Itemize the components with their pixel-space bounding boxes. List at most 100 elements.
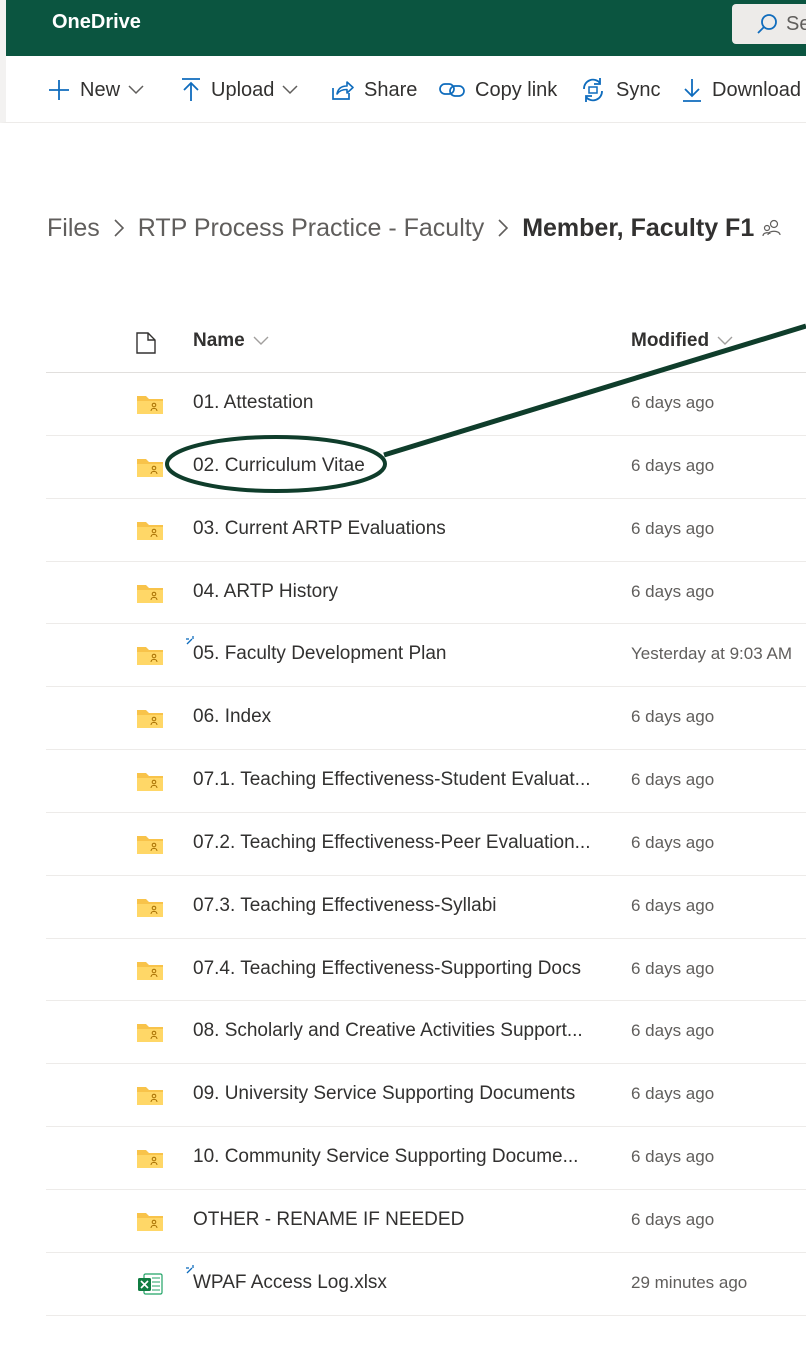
chevron-down-icon (282, 85, 298, 95)
item-name[interactable]: 10. Community Service Supporting Docume.… (193, 1146, 578, 1168)
item-modified: 6 days ago (631, 518, 715, 538)
sync-button[interactable]: Sync (580, 75, 660, 105)
item-name[interactable]: OTHER - RENAME IF NEEDED (193, 1209, 464, 1231)
shared-folder-icon (137, 647, 163, 666)
breadcrumb: Files RTP Process Practice - Faculty Mem… (47, 210, 782, 246)
new-label: New (80, 78, 121, 101)
item-name[interactable]: 04. ARTP History (193, 581, 338, 603)
item-name[interactable]: 01. Attestation (193, 392, 313, 414)
item-modified: 6 days ago (631, 895, 715, 915)
item-name[interactable]: 08. Scholarly and Creative Activities Su… (193, 1020, 583, 1042)
item-name[interactable]: 09. University Service Supporting Docume… (193, 1083, 575, 1105)
item-name[interactable]: 07.3. Teaching Effectiveness-Syllabi (193, 895, 496, 917)
search-placeholder[interactable]: Se (786, 13, 806, 36)
shared-folder-icon (137, 458, 163, 477)
list-item[interactable]: 06. Index 6 days ago (46, 687, 806, 751)
list-item[interactable]: 09. University Service Supporting Docume… (46, 1064, 806, 1128)
item-modified: 6 days ago (631, 1021, 715, 1041)
shared-folder-icon (137, 1024, 163, 1043)
list-item[interactable]: 07.1. Teaching Effectiveness-Student Eva… (46, 750, 806, 813)
share-button[interactable]: Share (330, 75, 417, 105)
column-modified-label: Modified (631, 330, 710, 351)
shared-folder-icon (137, 1212, 163, 1231)
breadcrumb-current: Member, Faculty F1 (522, 213, 755, 242)
shared-folder-icon (137, 898, 163, 917)
item-name[interactable]: 07.1. Teaching Effectiveness-Student Eva… (193, 769, 591, 791)
item-modified: 6 days ago (631, 1084, 715, 1104)
list-item[interactable]: 10. Community Service Supporting Docume.… (46, 1127, 806, 1190)
sync-label: Sync (616, 78, 661, 101)
item-name[interactable]: 06. Index (193, 706, 271, 728)
breadcrumb-files[interactable]: Files (47, 214, 100, 243)
item-modified: Yesterday at 9:03 AM (631, 644, 792, 664)
onedrive-page: OneDrive Se New Upload Share Copy link S… (0, 0, 806, 1352)
share-icon (332, 81, 354, 100)
list-item[interactable]: 02. Curriculum Vitae 6 days ago (46, 436, 806, 499)
app-title[interactable]: OneDrive (52, 11, 141, 34)
list-item[interactable]: 04. ARTP History 6 days ago (46, 562, 806, 625)
breadcrumb-separator-icon (498, 219, 509, 237)
item-name[interactable]: 07.2. Teaching Effectiveness-Peer Evalua… (193, 832, 591, 854)
download-button[interactable]: Download (682, 75, 801, 105)
breadcrumb-parent[interactable]: RTP Process Practice - Faculty (138, 214, 484, 243)
item-modified: 6 days ago (631, 1209, 715, 1229)
item-modified: 6 days ago (631, 1147, 715, 1167)
file-list: 01. Attestation 6 days ago 02. Curriculu… (46, 373, 806, 1316)
download-label: Download (712, 78, 801, 101)
item-modified: 29 minutes ago (631, 1272, 748, 1292)
download-icon (683, 79, 701, 102)
chevron-down-icon (128, 85, 144, 95)
column-name-label: Name (193, 330, 245, 351)
item-modified: 6 days ago (631, 958, 715, 978)
people-shared-icon (762, 219, 781, 237)
breadcrumb-separator-icon (114, 219, 124, 237)
column-header-modified[interactable]: Modified (631, 330, 733, 352)
shared-folder-icon (137, 396, 163, 414)
list-item[interactable]: 08. Scholarly and Creative Activities Su… (46, 1001, 806, 1065)
shared-folder-icon (137, 584, 163, 603)
search-icon (757, 14, 777, 34)
item-modified: 6 days ago (631, 455, 715, 475)
shared-folder-icon (137, 961, 163, 980)
shared-folder-icon (137, 521, 163, 540)
item-name[interactable]: 03. Current ARTP Evaluations (193, 518, 446, 540)
shared-folder-icon (137, 773, 163, 792)
list-item[interactable]: 03. Current ARTP Evaluations 6 days ago (46, 499, 806, 562)
file-type-icon[interactable] (136, 332, 156, 354)
column-header-name[interactable]: Name (193, 330, 269, 352)
list-item[interactable]: 07.4. Teaching Effectiveness-Supporting … (46, 939, 806, 1002)
item-modified: 6 days ago (631, 707, 715, 727)
item-name[interactable]: 05. Faculty Development Plan (193, 643, 446, 665)
list-item[interactable]: 01. Attestation 6 days ago (46, 373, 806, 436)
excel-file-icon (138, 1273, 163, 1295)
shared-folder-icon (137, 1150, 163, 1169)
list-item[interactable]: 07.2. Teaching Effectiveness-Peer Evalua… (46, 813, 806, 876)
shared-folder-icon (137, 710, 163, 729)
upload-icon (182, 78, 200, 101)
list-item[interactable]: OTHER - RENAME IF NEEDED 6 days ago (46, 1190, 806, 1253)
copy-link-button[interactable]: Copy link (439, 75, 557, 105)
item-name[interactable]: 02. Curriculum Vitae (193, 455, 365, 477)
command-bar: New Upload Share Copy link Sync Download (0, 56, 806, 123)
item-modified: 6 days ago (631, 770, 715, 790)
item-modified: 6 days ago (631, 832, 715, 852)
list-item[interactable]: 05. Faculty Development Plan Yesterday a… (46, 624, 806, 688)
upload-button[interactable]: Upload (181, 75, 298, 105)
plus-icon (49, 80, 69, 100)
list-item[interactable]: 07.3. Teaching Effectiveness-Syllabi 6 d… (46, 876, 806, 939)
shared-folder-icon (137, 835, 163, 854)
share-label: Share (364, 78, 418, 101)
item-modified: 6 days ago (631, 393, 715, 412)
chevron-down-icon (253, 336, 269, 345)
list-item[interactable]: WPAF Access Log.xlsx 29 minutes ago (46, 1253, 806, 1316)
search-box[interactable]: Se (732, 4, 806, 44)
item-name[interactable]: 07.4. Teaching Effectiveness-Supporting … (193, 958, 581, 980)
item-modified: 6 days ago (631, 581, 715, 601)
shared-folder-icon (137, 1087, 163, 1106)
upload-label: Upload (211, 78, 275, 101)
chevron-down-icon (717, 336, 733, 345)
link-icon (439, 83, 465, 97)
new-button[interactable]: New (48, 75, 144, 105)
item-name[interactable]: WPAF Access Log.xlsx (193, 1272, 387, 1294)
list-header: Name Modified (46, 310, 806, 373)
